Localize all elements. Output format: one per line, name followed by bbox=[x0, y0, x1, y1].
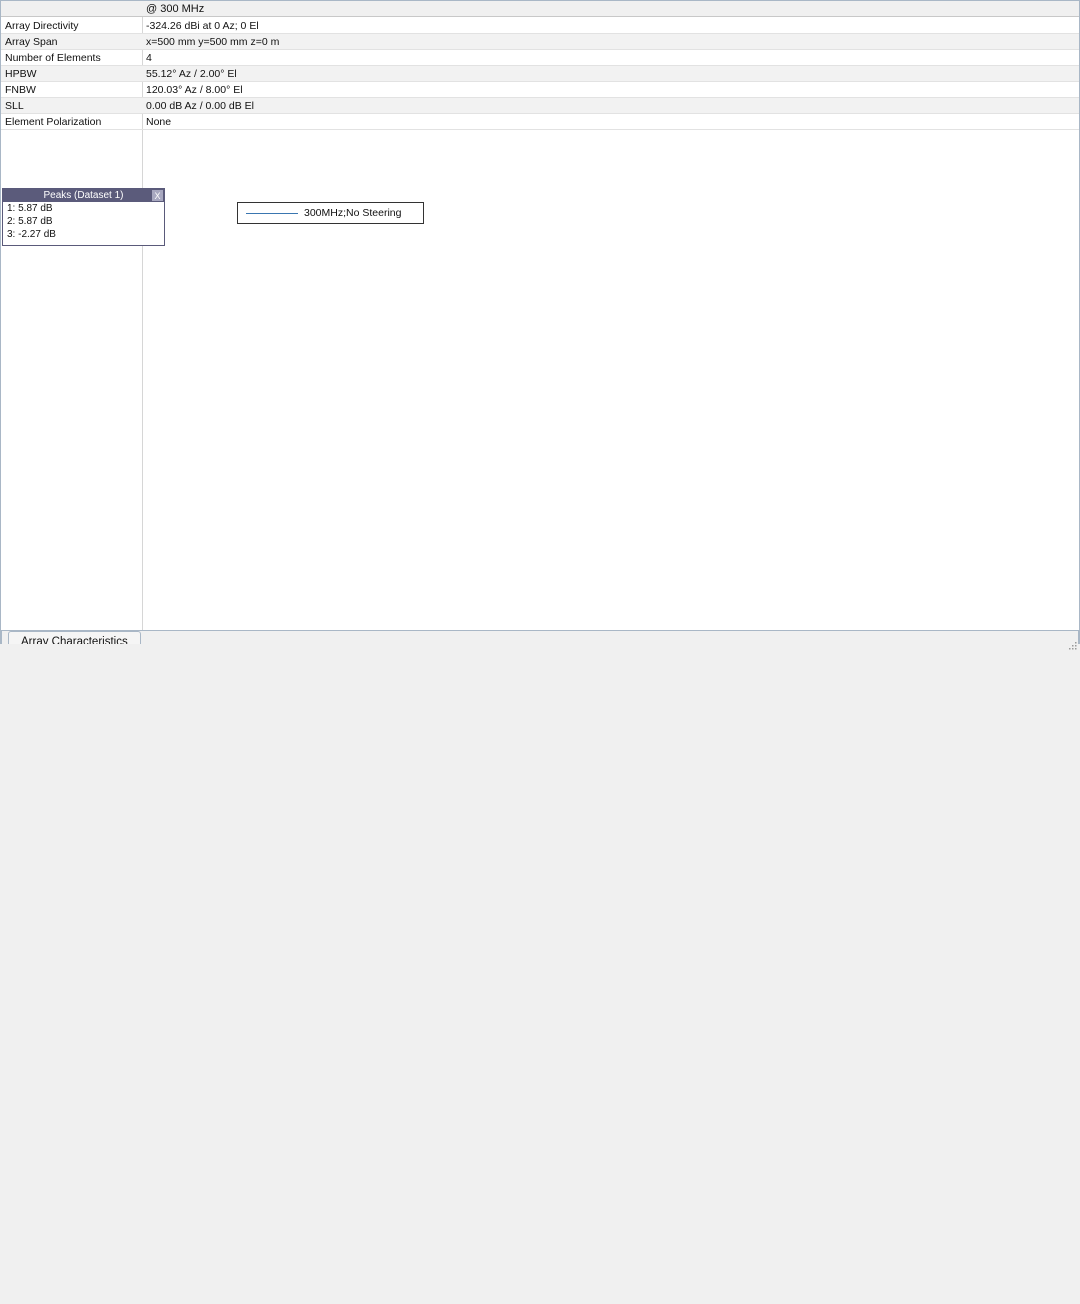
peaks-tooltip-header: Peaks (Dataset 1) X bbox=[3, 189, 164, 202]
row-value: 120.03° Az / 8.00° El bbox=[146, 84, 243, 96]
row-key: SLL bbox=[5, 100, 24, 112]
row-value: 55.12° Az / 2.00° El bbox=[146, 68, 237, 80]
pattern-3d-panel: 3D Pattern 3D Directivity Pattern 300 MH… bbox=[0, 787, 253, 1055]
row-value: -324.26 dBi at 0 Az; 0 El bbox=[146, 20, 259, 32]
table-row[interactable]: Array Span x=500 mm y=500 mm z=0 m bbox=[1, 34, 1079, 50]
row-value: x=500 mm y=500 mm z=0 m bbox=[146, 36, 279, 48]
azimuth-pattern-panel: Azimuth Pattern Azimuth Cut (elevation a… bbox=[0, 1055, 436, 1302]
table-row[interactable]: Array Directivity -324.26 dBi at 0 Az; 0… bbox=[1, 18, 1079, 34]
table-row[interactable]: HPBW 55.12° Az / 2.00° El bbox=[1, 66, 1079, 82]
row-value: 0.00 dB Az / 0.00 dB El bbox=[146, 100, 254, 112]
row-key: Array Directivity bbox=[5, 20, 79, 32]
table-row[interactable]: FNBW 120.03° Az / 8.00° El bbox=[1, 82, 1079, 98]
row-key: Number of Elements bbox=[5, 52, 101, 64]
status-bar bbox=[0, 644, 1080, 652]
resize-grip-icon[interactable] bbox=[1069, 642, 1077, 650]
table-row[interactable]: SLL 0.00 dB Az / 0.00 dB El bbox=[1, 98, 1079, 114]
row-value: None bbox=[146, 116, 171, 128]
azimuth-legend[interactable]: 300MHz;No Steering bbox=[237, 202, 424, 224]
close-icon[interactable]: X bbox=[152, 190, 163, 201]
row-key: Array Span bbox=[5, 36, 58, 48]
array-characteristics-panel: @ 300 MHz Array Directivity -324.26 dBi … bbox=[0, 1302, 272, 1304]
table-row[interactable]: Number of Elements 4 bbox=[1, 50, 1079, 66]
table-header-value: @ 300 MHz bbox=[146, 3, 204, 15]
table-row[interactable]: Element Polarization None bbox=[1, 114, 1079, 130]
peaks-item: 1: 5.87 dB bbox=[3, 202, 164, 215]
row-value: 4 bbox=[146, 52, 152, 64]
peaks-tooltip-title: Peaks (Dataset 1) bbox=[43, 190, 123, 201]
characteristics-table: @ 300 MHz Array Directivity -324.26 dBi … bbox=[0, 0, 1080, 631]
legend-line-icon bbox=[246, 213, 298, 214]
row-key: Element Polarization bbox=[5, 116, 101, 128]
legend-label: 300MHz;No Steering bbox=[304, 207, 401, 219]
row-key: HPBW bbox=[5, 68, 37, 80]
row-key: FNBW bbox=[5, 84, 36, 96]
peaks-tooltip[interactable]: Peaks (Dataset 1) X 1: 5.87 dB 2: 5.87 d… bbox=[2, 188, 165, 246]
peaks-item: 2: 5.87 dB bbox=[3, 215, 164, 228]
sensor-array-analyzer-window: Sensor Array Analyzer - untitled* ✕ ANAL… bbox=[0, 0, 1080, 652]
table-header-row: @ 300 MHz bbox=[1, 1, 1079, 17]
peaks-item: 3: -2.27 dB bbox=[3, 228, 164, 241]
